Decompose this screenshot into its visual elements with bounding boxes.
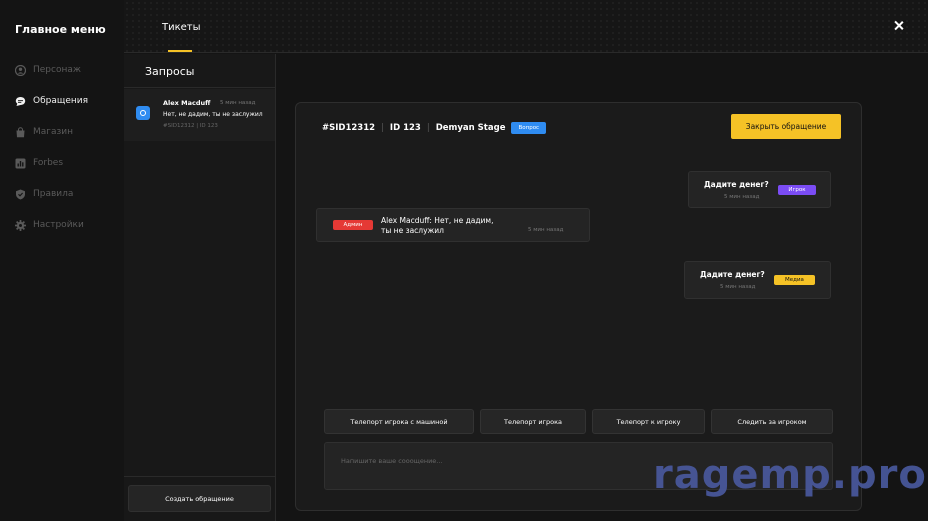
role-badge: Игрок <box>778 185 816 195</box>
ticket-player: Demyan Stage <box>435 123 506 133</box>
role-badge: Админ <box>333 220 373 230</box>
chart-icon <box>15 158 26 169</box>
watermark-logo: ragemp.pro <box>653 452 927 498</box>
teleport-with-car-button[interactable]: Телепорт игрока с машиной <box>324 409 474 434</box>
ticket-sid: #SID12312 <box>322 123 376 133</box>
main-nav: Главное меню Персонаж Обращения Магазин … <box>0 0 124 521</box>
message-time: 5 мин назад <box>720 284 756 290</box>
ticket-panel: #SID12312 | ID 123 | Demyan Stage Вопрос… <box>295 102 862 511</box>
message-text: ты не заслужил <box>381 226 444 235</box>
nav-item-label: Правила <box>33 189 74 199</box>
spectate-player-button[interactable]: Следить за игроком <box>711 409 833 434</box>
chat-message: Дадите денег? 5 мин назад Медиа <box>684 261 831 299</box>
chat-icon <box>15 96 26 107</box>
tab-tickets[interactable]: Тикеты <box>162 22 201 33</box>
teleport-to-player-button[interactable]: Телепорт к игроку <box>592 409 705 434</box>
message-text: Дадите денег? <box>700 270 765 279</box>
nav-title: Главное меню <box>15 23 106 36</box>
bag-icon <box>15 126 26 138</box>
ticket-avatar-icon <box>136 106 150 120</box>
close-icon[interactable] <box>892 19 906 33</box>
nav-item-shop[interactable]: Магазин <box>15 124 73 140</box>
nav-item-tickets[interactable]: Обращения <box>15 93 88 109</box>
request-list-item[interactable]: Alex Macduff 5 мин назад Нет, не дадим, … <box>124 89 275 141</box>
request-meta: #SID12312 | ID 123 <box>163 123 218 129</box>
chat-message: Дадите денег? 5 мин назад Игрок <box>688 171 831 208</box>
user-icon <box>14 64 27 76</box>
nav-item-label: Forbes <box>33 158 64 168</box>
teleport-player-button[interactable]: Телепорт игрока <box>480 409 586 434</box>
request-author: Alex Macduff <box>163 99 211 107</box>
separator: | <box>426 123 430 133</box>
nav-item-label: Настройки <box>33 220 84 230</box>
nav-item-character[interactable]: Персонаж <box>14 62 81 78</box>
gear-icon <box>15 219 26 231</box>
request-time: 5 мин назад <box>220 100 256 106</box>
message-text: Alex Macduff: Нет, не дадим, <box>381 216 494 225</box>
close-ticket-button[interactable]: Закрыть обращение <box>731 114 841 139</box>
action-buttons: Телепорт игрока с машиной Телепорт игрок… <box>324 409 833 434</box>
separator: | <box>381 123 384 133</box>
requests-panel: Запросы Alex Macduff 5 мин назад Нет, не… <box>124 54 276 521</box>
ticket-header: #SID12312 | ID 123 | Demyan Stage Вопрос <box>322 122 547 134</box>
message-time: 5 мин назад <box>528 227 564 233</box>
nav-item-forbes[interactable]: Forbes <box>15 155 63 171</box>
shield-icon <box>15 189 26 200</box>
role-badge: Медиа <box>774 275 815 285</box>
tab-underline <box>168 50 192 52</box>
nav-item-settings[interactable]: Настройки <box>15 217 84 233</box>
ticket-id: ID 123 <box>389 123 421 133</box>
request-message: Нет, не дадим, ты не заслужил <box>163 111 263 118</box>
nav-item-label: Магазин <box>33 127 74 137</box>
ticket-type-badge: Вопрос <box>511 122 547 134</box>
nav-item-label: Обращения <box>33 96 89 106</box>
top-bar: Тикеты <box>124 0 928 53</box>
chat-message: Админ Alex Macduff: Нет, не дадим, ты не… <box>316 208 590 242</box>
nav-item-rules[interactable]: Правила <box>15 186 73 202</box>
message-text: Дадите денег? <box>704 180 769 189</box>
requests-title: Запросы <box>124 54 275 88</box>
requests-footer: Создать обращение <box>124 476 275 521</box>
nav-item-label: Персонаж <box>33 65 81 75</box>
create-ticket-button[interactable]: Создать обращение <box>128 485 271 512</box>
message-time: 5 мин назад <box>724 194 760 200</box>
